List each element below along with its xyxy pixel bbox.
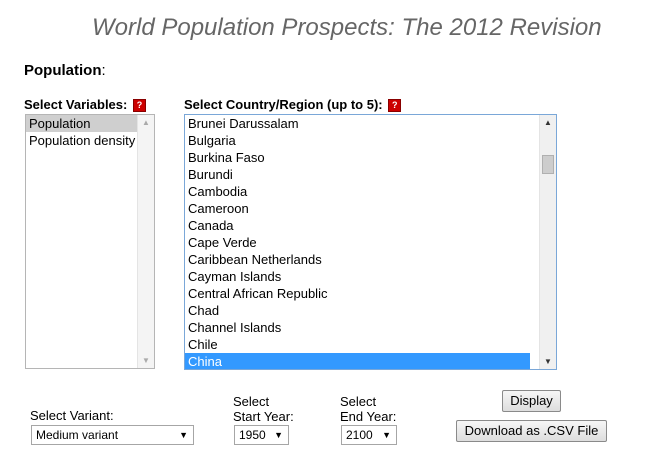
countries-label-row: Select Country/Region (up to 5): ? <box>184 97 402 112</box>
start-year-select[interactable]: 1950 ▼ <box>234 425 289 445</box>
arrow-down-icon[interactable]: ▼ <box>540 357 556 366</box>
list-item[interactable]: Burkina Faso <box>185 149 556 166</box>
list-item[interactable]: Caribbean Netherlands <box>185 251 556 268</box>
arrow-up-icon[interactable]: ▲ <box>138 118 154 127</box>
section-heading-label: Population <box>24 62 102 79</box>
countries-label: Select Country/Region (up to 5): <box>184 97 383 112</box>
list-item[interactable]: Cape Verde <box>185 234 556 251</box>
start-year-select-value: 1950 <box>239 428 266 442</box>
chevron-down-icon: ▼ <box>382 430 391 440</box>
help-icon[interactable]: ? <box>132 99 146 112</box>
variables-label: Select Variables: <box>24 97 128 112</box>
section-heading-suffix: : <box>101 62 106 79</box>
variant-select-value: Medium variant <box>36 428 119 442</box>
list-item[interactable]: Canada <box>185 217 556 234</box>
chevron-down-icon: ▼ <box>274 430 283 440</box>
list-item[interactable]: Burundi <box>185 166 556 183</box>
list-item[interactable]: Population <box>26 115 137 132</box>
start-year-label: Select Start Year: <box>233 394 294 424</box>
variant-label: Select Variant: <box>30 408 114 423</box>
arrow-down-icon[interactable]: ▼ <box>138 356 154 365</box>
page-title: World Population Prospects: The 2012 Rev… <box>92 14 602 41</box>
list-item[interactable]: Chad <box>185 302 556 319</box>
help-icon[interactable]: ? <box>388 99 402 112</box>
variables-listbox[interactable]: Population Population density ▲ ▼ <box>25 114 155 369</box>
start-year-label-line2: Start Year: <box>233 409 294 424</box>
chevron-down-icon: ▼ <box>179 430 188 440</box>
end-year-select[interactable]: 2100 ▼ <box>341 425 397 445</box>
arrow-up-icon[interactable]: ▲ <box>540 118 556 127</box>
list-item[interactable]: Chile <box>185 336 556 353</box>
start-year-label-line1: Select <box>233 394 270 409</box>
list-item[interactable]: Cambodia <box>185 183 556 200</box>
list-item[interactable]: Cameroon <box>185 200 556 217</box>
list-item[interactable]: Channel Islands <box>185 319 556 336</box>
scroll-thumb[interactable] <box>542 155 554 174</box>
countries-listbox[interactable]: Brunei Darussalam Bulgaria Burkina Faso … <box>184 114 557 370</box>
download-csv-button[interactable]: Download as .CSV File <box>456 420 607 442</box>
end-year-select-value: 2100 <box>346 428 373 442</box>
end-year-label-line2: End Year: <box>340 409 397 424</box>
list-item[interactable]: Central African Republic <box>185 285 556 302</box>
end-year-label: Select End Year: <box>340 394 396 424</box>
list-item[interactable]: Population density <box>26 132 154 149</box>
end-year-label-line1: Select <box>340 394 377 409</box>
countries-scrollbar[interactable]: ▲ ▼ <box>539 115 556 369</box>
variant-select[interactable]: Medium variant ▼ <box>31 425 194 445</box>
display-button[interactable]: Display <box>502 390 561 412</box>
list-item[interactable]: Cayman Islands <box>185 268 556 285</box>
list-item[interactable]: Bulgaria <box>185 132 556 149</box>
list-item[interactable]: Brunei Darussalam <box>185 115 556 132</box>
section-heading: Population: <box>24 62 106 79</box>
variables-scrollbar[interactable]: ▲ ▼ <box>137 115 154 368</box>
list-item[interactable]: China <box>185 353 530 369</box>
variables-label-row: Select Variables: ? <box>24 97 146 112</box>
